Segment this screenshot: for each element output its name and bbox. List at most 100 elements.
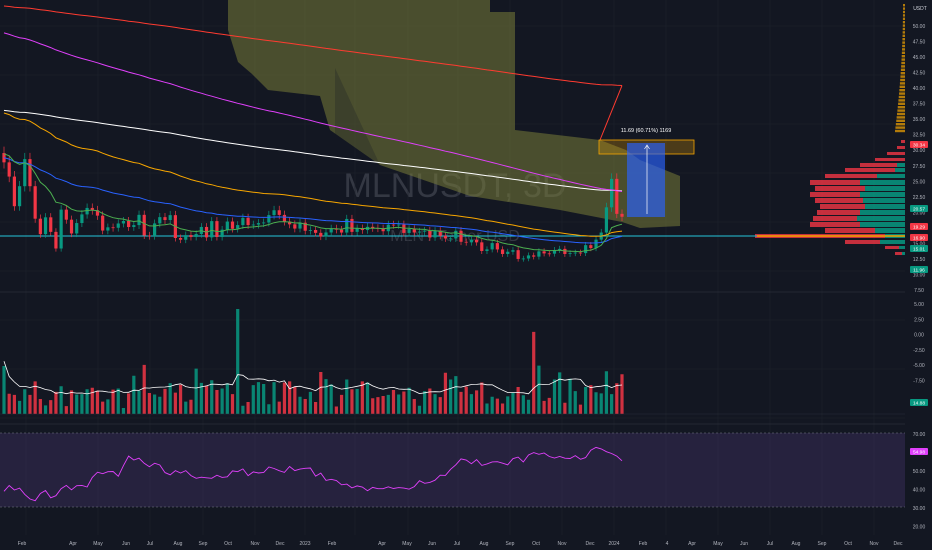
volume-bar-66 — [345, 379, 349, 414]
vp-sell-13 — [813, 216, 857, 221]
volume-bar-92 — [480, 382, 484, 414]
price-tick-7: 32.50 — [913, 133, 926, 139]
vp-buy-14 — [860, 222, 905, 227]
candle-body-119 — [620, 213, 624, 217]
candle-body-85 — [443, 235, 448, 239]
vp-top-16 — [901, 58, 905, 61]
volume-bar-118 — [615, 383, 619, 414]
candle-body-90 — [469, 239, 473, 243]
candle-body-113 — [589, 245, 593, 249]
volume-bar-1 — [7, 393, 11, 414]
volume-bar-87 — [454, 376, 458, 414]
vp-top-30 — [897, 106, 905, 109]
candle-body-24 — [127, 220, 131, 228]
time-tick-31: Nov — [870, 541, 879, 547]
time-tick-32: Dec — [894, 541, 903, 547]
candle-body-80 — [417, 231, 422, 233]
vp-top-37 — [895, 129, 905, 133]
candle-body-36 — [189, 235, 193, 237]
candle-body-95 — [495, 243, 499, 250]
volume-bar-57 — [298, 396, 302, 414]
candle-body-31 — [163, 217, 167, 221]
vp-top-12 — [902, 44, 905, 48]
volume-bar-102 — [532, 331, 536, 414]
vp-top-18 — [901, 65, 905, 68]
candle-body-82 — [428, 230, 432, 238]
candle-body-49 — [256, 223, 261, 225]
candle-body-51 — [267, 215, 271, 223]
vp-top-7 — [902, 27, 905, 31]
volume-bar-79 — [412, 399, 416, 414]
volume-bar-108 — [563, 402, 567, 414]
candle-body-7 — [38, 218, 42, 235]
vp-top-19 — [900, 68, 905, 71]
volume-bar-18 — [95, 390, 100, 414]
volume-bar-41 — [215, 390, 219, 414]
time-tick-2: May — [93, 541, 103, 547]
price-badge-1: 20.57 — [913, 207, 925, 213]
rsi-tick-3: 40.00 — [913, 488, 926, 494]
price-badge-0: 30.34 — [913, 143, 925, 149]
time-tick-26: Jun — [740, 541, 748, 547]
candle-body-13 — [69, 219, 74, 234]
vp-sell-18 — [885, 246, 899, 249]
volume-bar-43 — [225, 383, 229, 414]
vp-top-34 — [896, 119, 905, 122]
time-tick-19: Nov — [558, 541, 567, 547]
volume-bar-76 — [397, 394, 401, 414]
candle-body-9 — [49, 217, 53, 232]
vp-top-13 — [902, 48, 905, 51]
volume-bar-103 — [537, 365, 541, 414]
time-tick-17: Sep — [506, 541, 515, 547]
volume-bar-80 — [417, 405, 422, 414]
vp-buy-11 — [865, 204, 905, 209]
volume-bar-77 — [402, 391, 406, 414]
vp-sell-7 — [810, 180, 860, 185]
vp-sell-17 — [845, 240, 880, 244]
volume-bar-59 — [308, 391, 313, 414]
price-tick-3: 42.50 — [913, 71, 926, 77]
candle-body-6 — [33, 186, 37, 219]
vp-top-8 — [902, 31, 905, 34]
price-axis[interactable]: 50.00 47.50 45.00 42.50 40.00 37.50 35.00 32.50… — [905, 0, 932, 550]
currency-label: USDT — [913, 6, 927, 12]
volume-bar-30 — [158, 396, 162, 414]
price-chart[interactable]: MLNUSDT, 3D MLN / Tether USD 11.69 (60.7… — [0, 0, 932, 550]
candle-body-105 — [547, 253, 551, 255]
time-tick-8: Nov — [251, 541, 260, 547]
candle-body-60 — [313, 229, 318, 233]
candle-body-20 — [106, 227, 110, 231]
volume-bar-25 — [132, 375, 136, 414]
candle-body-8 — [43, 217, 48, 235]
vp-top-21 — [900, 75, 905, 78]
vp-buy-18 — [899, 246, 905, 249]
vp-sell-9 — [810, 192, 860, 197]
time-tick-20: Dec — [586, 541, 595, 547]
volume-bar-113 — [589, 385, 593, 414]
vp-top-1 — [902, 7, 905, 10]
vp-sell-3 — [875, 158, 905, 161]
volume-bar-107 — [558, 372, 562, 414]
vp-top-28 — [898, 99, 905, 102]
vp-sell-0 — [901, 140, 905, 143]
volume-bar-4 — [23, 389, 27, 414]
candle-body-47 — [246, 217, 250, 226]
volume-bar-22 — [116, 388, 120, 414]
volume-bar-16 — [85, 389, 89, 414]
candle-body-53 — [277, 210, 281, 215]
volume-bar-97 — [506, 396, 510, 414]
time-tick-24: Apr — [688, 541, 696, 547]
price-tick-15: 12.50 — [913, 257, 926, 263]
volume-bar-93 — [485, 403, 489, 414]
vp-top-27 — [898, 95, 905, 99]
time-axis[interactable]: Feb Apr May Jun Jul Aug Sep Oct Nov Dec 2023 Feb Apr… — [18, 541, 903, 547]
vp-top-29 — [898, 102, 905, 105]
volume-bar-95 — [495, 398, 499, 414]
candle-body-92 — [480, 242, 484, 251]
volume-bar-98 — [511, 393, 515, 414]
candle-body-56 — [293, 224, 297, 229]
candle-body-30 — [158, 217, 162, 224]
vp-sell-2 — [887, 152, 905, 155]
volume-bar-70 — [365, 382, 370, 414]
volume-bar-32 — [168, 383, 172, 414]
